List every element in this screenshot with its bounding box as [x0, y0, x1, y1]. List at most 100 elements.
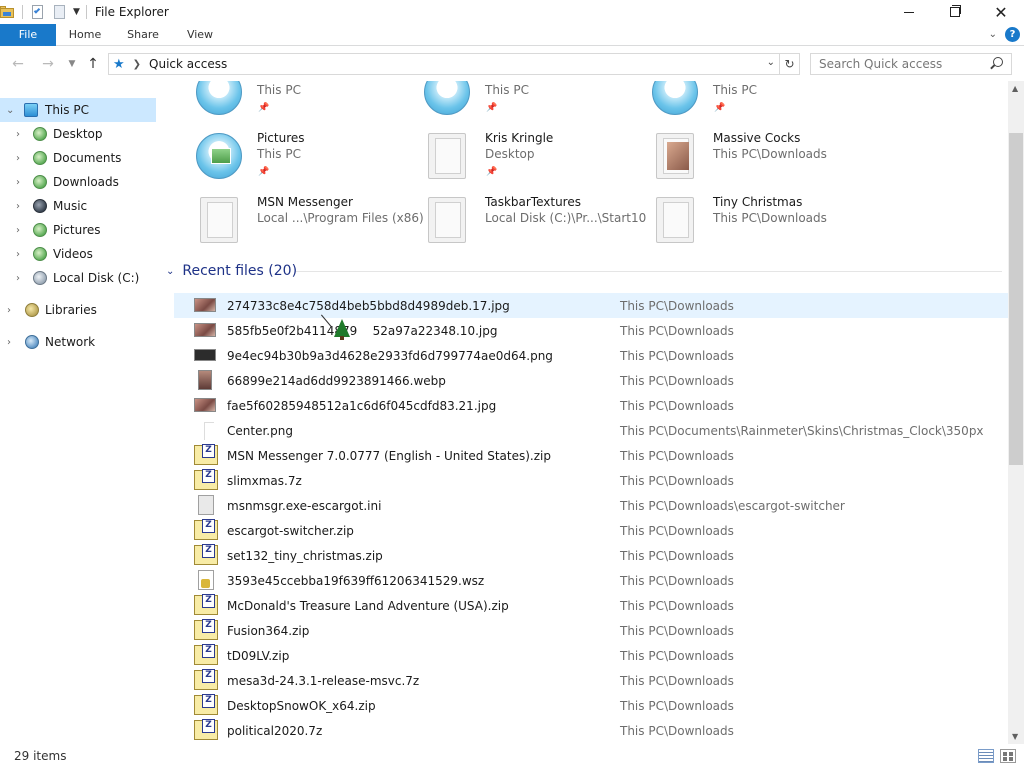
file-row[interactable]: Center.png This PC\Documents\Rainmeter\Sk… [174, 418, 1008, 443]
recent-files-header[interactable]: ⌄ Recent files (20) [166, 262, 297, 280]
address-history-dropdown[interactable]: ⌄ [767, 57, 775, 68]
nav-item-downloads[interactable]: › Downloads [0, 170, 156, 194]
chevron-right-icon[interactable]: › [16, 249, 20, 260]
help-icon[interactable]: ? [1005, 27, 1020, 42]
nav-item-documents[interactable]: › Documents [0, 146, 156, 170]
up-button[interactable]: ↑ [83, 54, 103, 74]
maximize-button[interactable] [932, 0, 978, 24]
nav-item-music[interactable]: › Music [0, 194, 156, 218]
close-icon: ✕ [994, 2, 1008, 22]
file-row[interactable]: MSN Messenger 7.0.0777 (English - United… [174, 443, 1008, 468]
scroll-up-icon[interactable]: ▲ [1012, 84, 1018, 93]
large-icons-view-icon[interactable] [1000, 749, 1016, 763]
pinned-folder-tile[interactable]: This PC 📌 [170, 81, 390, 125]
back-button[interactable]: ← [8, 54, 28, 74]
file-row[interactable]: fae5f60285948512a1c6d6f045cdfd83.21.jpg T… [174, 393, 1008, 418]
frequent-folder-msn-messenger[interactable]: MSN Messenger Local ...\Program Files (x… [170, 193, 424, 253]
search-icon[interactable] [993, 57, 1003, 67]
file-row[interactable]: DesktopSnowOK_x64.zip This PC\Downloads [174, 693, 1008, 718]
nav-item-desktop[interactable]: › Desktop [0, 122, 156, 146]
frequent-folder-taskbartextures[interactable]: TaskbarTextures Local Disk (C:)\Pr...\St… [398, 193, 646, 253]
search-input[interactable] [811, 57, 981, 71]
tab-file[interactable]: File [0, 24, 56, 46]
file-row[interactable]: Fusion364.zip This PC\Downloads [174, 618, 1008, 643]
nav-item-libraries[interactable]: › Libraries [0, 298, 156, 322]
file-location: This PC\Downloads [620, 373, 734, 388]
chevron-right-icon[interactable]: › [16, 225, 20, 236]
scrollbar-thumb[interactable] [1009, 133, 1023, 465]
breadcrumb-quick-access[interactable]: Quick access [149, 57, 227, 71]
file-location: This PC\Downloads [620, 298, 734, 313]
music-icon [33, 199, 47, 213]
status-bar: 29 items [0, 744, 1024, 768]
folder-location: This PC [713, 83, 757, 97]
minimize-button[interactable] [886, 0, 932, 24]
properties-icon[interactable] [29, 4, 45, 20]
expand-ribbon-icon[interactable]: ⌄ [989, 29, 997, 40]
scroll-down-icon[interactable]: ▼ [1012, 732, 1018, 741]
file-row[interactable]: set132_tiny_christmas.zip This PC\Downloa… [174, 543, 1008, 568]
pinned-folder-pictures[interactable]: Pictures This PC 📌 [170, 129, 390, 189]
file-row[interactable]: 9e4ec94b30b9a3d4628e2933fd6d799774ae0d64… [174, 343, 1008, 368]
close-button[interactable]: ✕ [978, 0, 1024, 24]
forward-button[interactable]: → [38, 54, 58, 74]
nav-item-label: Downloads [53, 175, 119, 189]
archive-file-icon [194, 719, 218, 740]
tab-share[interactable]: Share [114, 24, 172, 46]
pin-icon: 📌 [486, 167, 498, 177]
chevron-down-icon[interactable]: ⌄ [166, 266, 174, 277]
file-row[interactable]: 274733c8e4c758d4beb5bbd8d4989deb.17.jpg T… [174, 293, 1008, 318]
frequent-folder-massive-cocks[interactable]: Massive Cocks This PC\Downloads [626, 129, 846, 189]
chevron-right-icon[interactable]: › [7, 305, 11, 316]
folder-icon [656, 133, 694, 179]
folder-name: Massive Cocks [713, 131, 801, 145]
chevron-down-icon[interactable]: ⌄ [6, 105, 14, 116]
file-row[interactable]: escargot-switcher.zip This PC\Downloads [174, 518, 1008, 543]
nav-item-local-disk[interactable]: › Local Disk (C:) [0, 266, 156, 290]
chevron-right-icon[interactable]: › [16, 153, 20, 164]
file-row[interactable]: 585fb5e0f2b4114879 52a97a22348.10.jpg Thi… [174, 318, 1008, 343]
pinned-folder-kris-kringle[interactable]: Kris Kringle Desktop 📌 [398, 129, 618, 189]
nav-item-videos[interactable]: › Videos [0, 242, 156, 266]
address-bar[interactable]: ★ ❯ Quick access ⌄ [108, 53, 780, 75]
refresh-button[interactable]: ↻ [780, 53, 800, 75]
file-row[interactable]: McDonald's Treasure Land Adventure (USA)… [174, 593, 1008, 618]
file-explorer-icon[interactable] [0, 4, 16, 20]
tab-view[interactable]: View [172, 24, 228, 46]
chevron-right-icon[interactable]: › [16, 273, 20, 284]
search-box[interactable] [810, 53, 1012, 75]
pinned-folder-tile[interactable]: This PC 📌 [398, 81, 618, 125]
file-name: fae5f60285948512a1c6d6f045cdfd83.21.jpg [227, 398, 497, 413]
file-row[interactable]: tD09LV.zip This PC\Downloads [174, 643, 1008, 668]
file-row[interactable]: political2020.7z This PC\Downloads [174, 718, 1008, 743]
toolbar-divider [22, 5, 23, 19]
file-row[interactable]: 66899e214ad6dd9923891466.webp This PC\Dow… [174, 368, 1008, 393]
file-row[interactable]: slimxmas.7z This PC\Downloads [174, 468, 1008, 493]
file-name: 274733c8e4c758d4beb5bbd8d4989deb.17.jpg [227, 298, 510, 313]
folder-location: This PC [485, 83, 529, 97]
recent-locations-button[interactable]: ▼ [62, 54, 82, 74]
nav-item-network[interactable]: › Network [0, 330, 156, 354]
breadcrumb-separator-icon[interactable]: ❯ [133, 59, 141, 70]
details-view-icon[interactable] [978, 749, 994, 763]
frequent-folder-tiny-christmas[interactable]: Tiny Christmas This PC\Downloads [626, 193, 846, 253]
vertical-scrollbar[interactable]: ▲ ▼ [1008, 81, 1024, 744]
nav-item-pictures[interactable]: › Pictures [0, 218, 156, 242]
videos-icon [33, 247, 47, 261]
file-location: This PC\Downloads [620, 623, 734, 638]
desktop-icon [33, 127, 47, 141]
new-folder-icon[interactable] [51, 4, 67, 20]
chevron-right-icon[interactable]: › [7, 337, 11, 348]
chevron-right-icon[interactable]: › [16, 129, 20, 140]
chevron-right-icon[interactable]: › [16, 177, 20, 188]
nav-item-this-pc[interactable]: ⌄ This PC [0, 98, 156, 122]
customize-toolbar-dropdown[interactable]: ▼ [73, 7, 80, 17]
tab-home[interactable]: Home [56, 24, 114, 46]
file-row[interactable]: mesa3d-24.3.1-release-msvc.7z This PC\Dow… [174, 668, 1008, 693]
navigation-pane: ⌄ This PC › Desktop › Documents › Downlo… [0, 96, 156, 736]
file-row[interactable]: msnmsgr.exe-escargot.ini This PC\Download… [174, 493, 1008, 518]
quick-access-star-icon: ★ [113, 56, 125, 72]
file-row[interactable]: 3593e45ccebba19f639ff61206341529.wsz This… [174, 568, 1008, 593]
chevron-right-icon[interactable]: › [16, 201, 20, 212]
pinned-folder-tile[interactable]: This PC 📌 [626, 81, 846, 125]
